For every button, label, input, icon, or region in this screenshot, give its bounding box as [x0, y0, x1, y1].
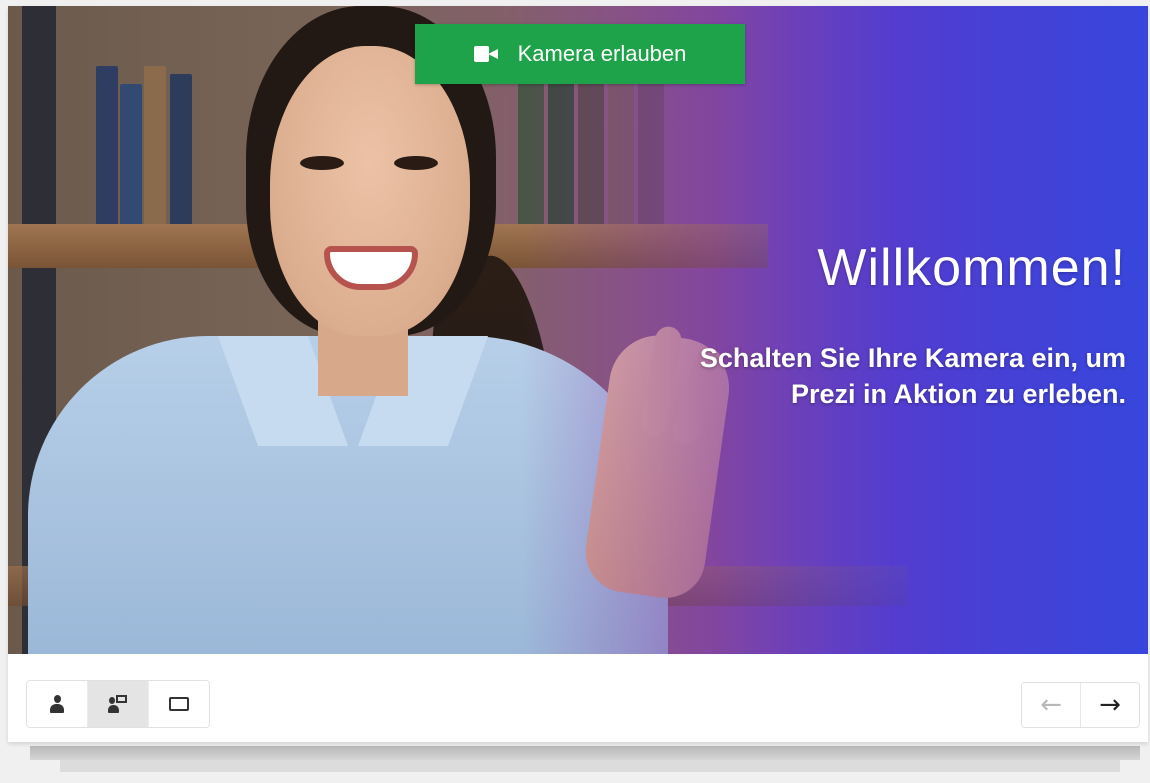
arrow-left-icon: ← [1040, 690, 1062, 720]
presentation-card: Kamera erlauben Willkommen! Schalten Sie… [8, 6, 1148, 742]
page-background: Kamera erlauben Willkommen! Schalten Sie… [0, 0, 1150, 783]
view-presenter-with-content-button[interactable] [88, 681, 149, 727]
screen-icon [169, 697, 189, 711]
welcome-subtitle: Schalten Sie Ihre Kamera ein, um Prezi i… [566, 340, 1126, 412]
welcome-subtitle-line1: Schalten Sie Ihre Kamera ein, um [699, 343, 1126, 373]
person-icon [49, 695, 65, 713]
next-slide-button[interactable]: → [1081, 683, 1139, 727]
presentation-toolbar: ← → [8, 654, 1148, 742]
view-content-only-button[interactable] [149, 681, 209, 727]
presenter-board-icon [108, 695, 128, 713]
allow-camera-label: Kamera erlauben [517, 41, 687, 66]
welcome-title: Willkommen! [817, 239, 1126, 297]
brand-gradient-overlay [8, 6, 1148, 654]
slide-navigation: ← → [1021, 682, 1140, 728]
view-mode-switcher [26, 680, 210, 728]
view-presenter-only-button[interactable] [27, 681, 88, 727]
welcome-subtitle-line2: Prezi in Aktion zu erleben. [790, 379, 1126, 409]
video-stage: Kamera erlauben Willkommen! Schalten Sie… [8, 6, 1148, 654]
video-camera-icon [473, 46, 498, 62]
stack-shadow [30, 746, 1140, 760]
allow-camera-button[interactable]: Kamera erlauben [415, 24, 745, 84]
arrow-right-icon: → [1099, 690, 1121, 720]
previous-slide-button[interactable]: ← [1022, 683, 1081, 727]
stack-shadow-lower [60, 760, 1120, 772]
